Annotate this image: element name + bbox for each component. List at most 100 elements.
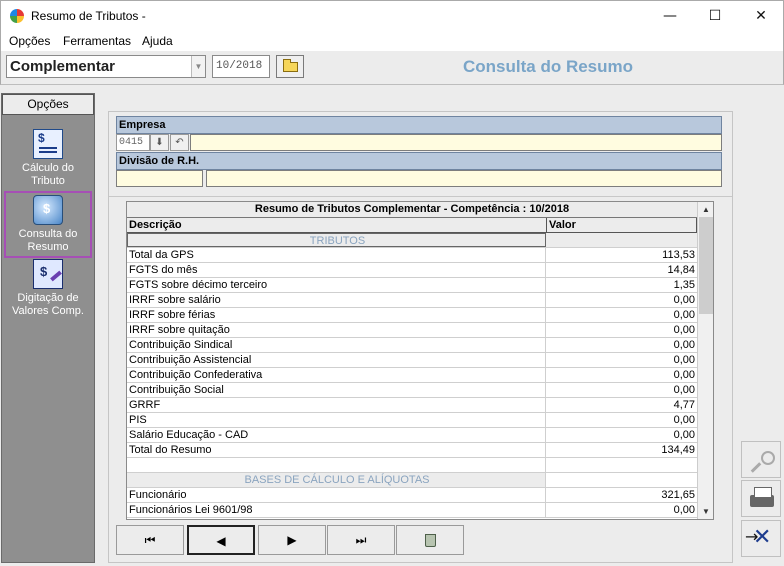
- grid-title: Resumo de Tributos Complementar - Compet…: [127, 202, 697, 218]
- divisao-code-field[interactable]: [116, 170, 203, 187]
- cell-valor: [546, 233, 697, 247]
- close-button[interactable]: ✕: [738, 1, 784, 32]
- main-panel: Empresa 0415 ⬇ ↶ Divisão de R.H. Resumo …: [108, 111, 733, 563]
- section-row[interactable]: TRIBUTOS: [127, 233, 697, 248]
- column-header-descricao[interactable]: Descrição: [127, 218, 547, 233]
- table-row[interactable]: IRRF sobre salário 0,00: [127, 293, 697, 308]
- vertical-scrollbar[interactable]: ▲ ▼: [697, 202, 713, 519]
- table-row[interactable]: Contribuição Confederativa 0,00: [127, 368, 697, 383]
- table-row[interactable]: GRRF 4,77: [127, 398, 697, 413]
- cell-valor: 0,00: [673, 414, 695, 426]
- table-row[interactable]: [127, 458, 697, 473]
- empresa-name-field[interactable]: [190, 134, 722, 151]
- cell-valor: 321,65: [661, 489, 695, 501]
- table-row[interactable]: Salário Educação - CAD 0,00: [127, 428, 697, 443]
- divisao-header: Divisão de R.H.: [116, 152, 722, 170]
- cell-valor: 0,00: [673, 369, 695, 381]
- toolbar: Complementar ▼ 10/2018 Consulta do Resum…: [0, 51, 784, 85]
- cell-descricao: Contribuição Confederativa: [127, 368, 546, 382]
- summary-grid[interactable]: Resumo de Tributos Complementar - Compet…: [126, 201, 714, 520]
- cell-descricao: Contribuição Sindical: [127, 338, 546, 352]
- cell-descricao: FGTS do mês: [127, 263, 546, 277]
- next-record-button[interactable]: ▶: [258, 525, 326, 555]
- table-row[interactable]: Funcionários Lei 9601/98 0,00: [127, 503, 697, 518]
- search-button[interactable]: [741, 441, 781, 478]
- menu-ferramentas[interactable]: Ferramentas: [63, 34, 131, 48]
- trash-icon: [424, 534, 436, 547]
- previous-record-button[interactable]: ◀: [187, 525, 255, 555]
- table-row[interactable]: IRRF sobre quitação 0,00: [127, 323, 697, 338]
- page-heading: Consulta do Resumo: [463, 57, 634, 76]
- cell-descricao: IRRF sobre quitação: [127, 323, 546, 337]
- maximize-button[interactable]: ☐: [692, 1, 738, 32]
- last-record-button[interactable]: ⏭: [327, 525, 395, 555]
- cell-descricao: Contribuição Assistencial: [127, 353, 546, 367]
- download-icon[interactable]: ⬇: [150, 134, 169, 151]
- cell-valor: 0,00: [673, 324, 695, 336]
- sidebar-item-consulta[interactable]: Consulta do Resumo: [4, 191, 92, 258]
- cell-valor: 0,00: [673, 504, 695, 516]
- sidebar-header[interactable]: Opções: [2, 94, 94, 115]
- scroll-up-icon[interactable]: ▲: [698, 202, 713, 217]
- section-row[interactable]: BASES DE CÁLCULO E ALÍQUOTAS: [127, 473, 697, 488]
- cell-valor: 0,00: [673, 429, 695, 441]
- cell-valor: [546, 458, 697, 472]
- divisao-name-field[interactable]: [206, 170, 722, 187]
- cell-valor: 1,35: [673, 279, 695, 291]
- cell-descricao: Funcionários Lei 9601/98: [127, 503, 546, 517]
- sidebar-item-label: Consulta do Resumo: [18, 228, 78, 253]
- table-row[interactable]: FGTS sobre décimo terceiro 1,35: [127, 278, 697, 293]
- grid-rows: TRIBUTOS Total da GPS 113,53 FGTS do mês 14,…: [127, 233, 697, 518]
- minimize-button[interactable]: —: [647, 1, 693, 32]
- empresa-header: Empresa: [116, 116, 722, 134]
- sidebar-item-label: Cálculo do Tributo: [22, 162, 74, 187]
- cell-descricao: Salário Educação - CAD: [127, 428, 546, 442]
- table-row[interactable]: IRRF sobre férias 0,00: [127, 308, 697, 323]
- empresa-code-field[interactable]: 0415: [116, 134, 150, 151]
- sidebar-item-label: Digitação de Valores Comp.: [12, 292, 84, 317]
- open-folder-button[interactable]: [276, 55, 304, 78]
- scroll-thumb[interactable]: [699, 217, 713, 314]
- exit-button[interactable]: [741, 520, 781, 557]
- scroll-down-icon[interactable]: ▼: [698, 504, 713, 519]
- undo-icon[interactable]: ↶: [170, 134, 189, 151]
- menu-ajuda[interactable]: Ajuda: [142, 34, 173, 48]
- cell-descricao: GRRF: [127, 398, 546, 412]
- table-row[interactable]: FGTS do mês 14,84: [127, 263, 697, 278]
- table-row[interactable]: Contribuição Social 0,00: [127, 383, 697, 398]
- cell-descricao: Contribuição Social: [127, 383, 546, 397]
- table-row[interactable]: Contribuição Sindical 0,00: [127, 338, 697, 353]
- calculation-icon: [33, 129, 63, 159]
- table-row[interactable]: PIS 0,00: [127, 413, 697, 428]
- sidebar-item-calculo[interactable]: Cálculo do Tributo: [4, 129, 92, 188]
- cell-descricao: [127, 458, 546, 472]
- cell-descricao: Total da GPS: [127, 248, 546, 262]
- table-row[interactable]: Total do Resumo 134,49: [127, 443, 697, 458]
- table-row[interactable]: Contribuição Assistencial 0,00: [127, 353, 697, 368]
- folder-icon: [283, 59, 298, 72]
- first-record-button[interactable]: ⏮: [116, 525, 184, 555]
- cell-valor: 113,53: [662, 249, 695, 261]
- cell-valor: 0,00: [673, 354, 695, 366]
- cell-valor: 0,00: [673, 339, 695, 351]
- cell-valor: 0,00: [673, 309, 695, 321]
- table-row[interactable]: Total da GPS 113,53: [127, 248, 697, 263]
- cell-valor: [546, 473, 697, 487]
- cell-valor: 0,00: [673, 294, 695, 306]
- delete-button[interactable]: [396, 525, 464, 555]
- cell-valor: 4,77: [673, 399, 695, 411]
- cell-descricao: BASES DE CÁLCULO E ALÍQUOTAS: [127, 473, 546, 487]
- menu-opcoes[interactable]: Opções: [9, 34, 50, 48]
- period-field[interactable]: 10/2018: [212, 55, 270, 78]
- print-button[interactable]: [741, 480, 781, 517]
- sidebar-item-digitacao[interactable]: Digitação de Valores Comp.: [4, 259, 92, 318]
- column-header-valor[interactable]: Valor: [547, 218, 697, 233]
- table-row[interactable]: Funcionário 321,65: [127, 488, 697, 503]
- chevron-down-icon[interactable]: ▼: [191, 56, 205, 77]
- cell-descricao: IRRF sobre salário: [127, 293, 546, 307]
- app-icon: [10, 9, 24, 23]
- cell-descricao: IRRF sobre férias: [127, 308, 546, 322]
- divider: [109, 196, 732, 197]
- record-navigation: ⏮ ◀ ▶ ⏭: [116, 525, 464, 555]
- type-select[interactable]: Complementar ▼: [6, 55, 206, 78]
